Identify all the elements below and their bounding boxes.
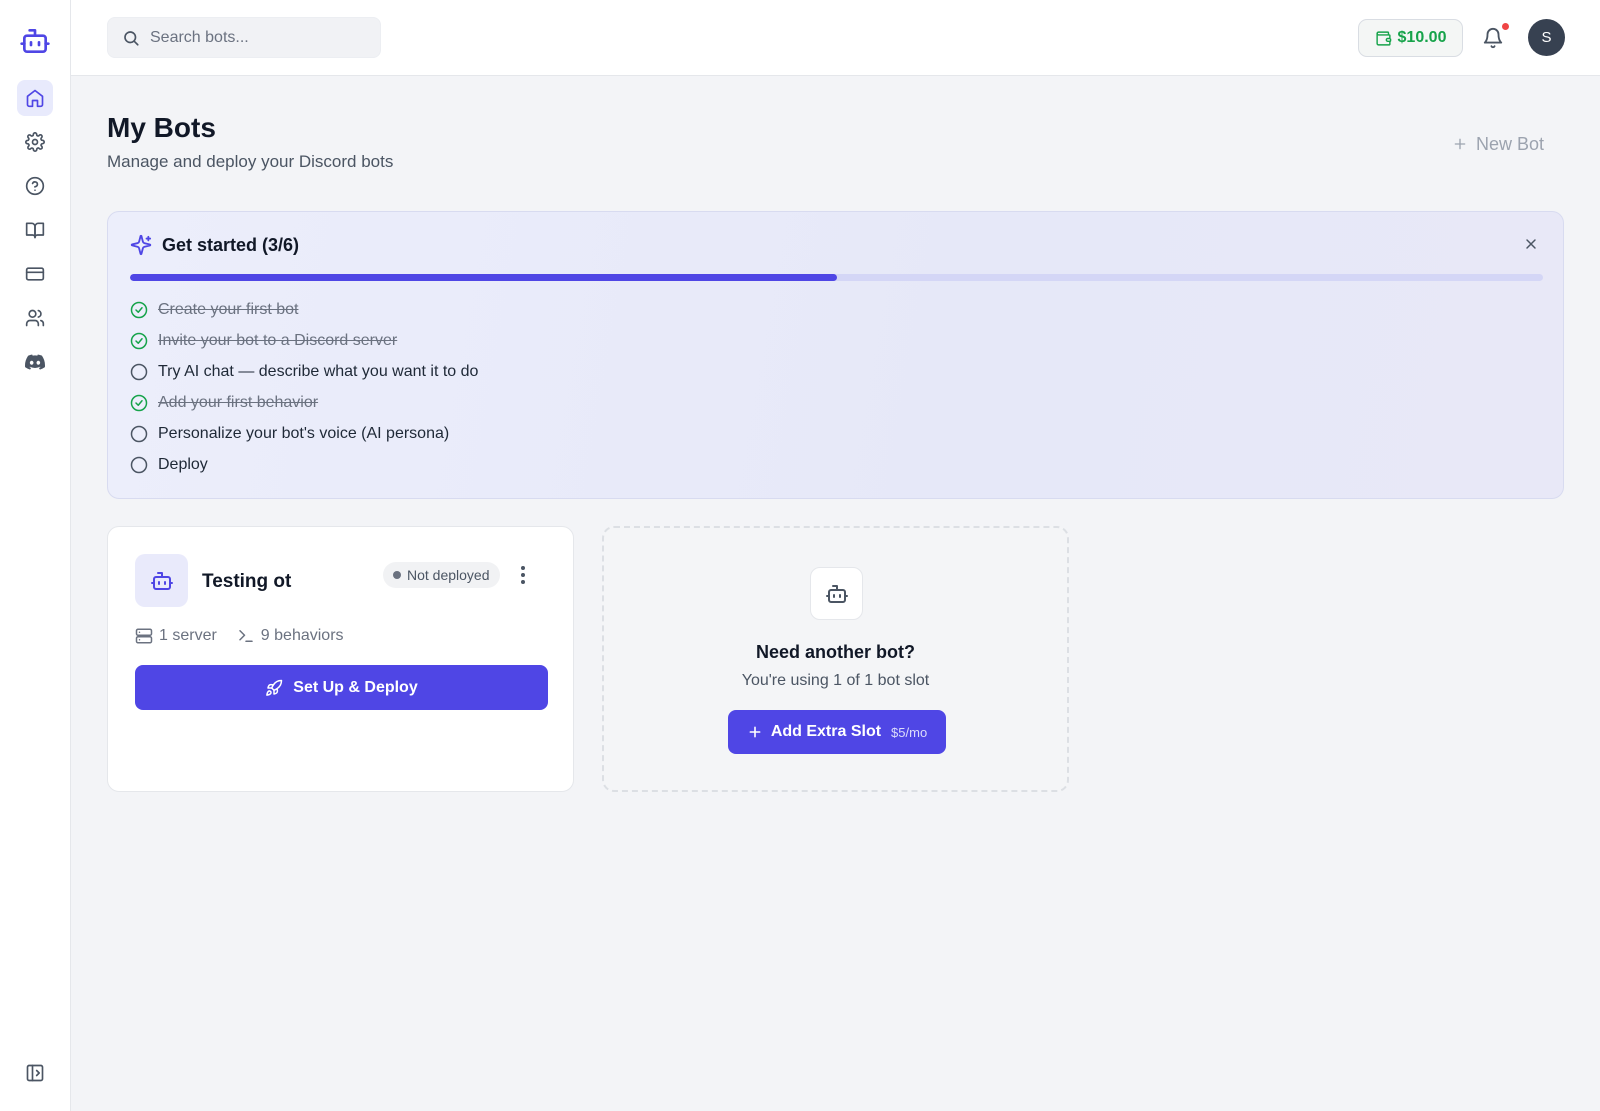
more-options-button[interactable] (511, 562, 535, 588)
sidebar-item-help[interactable] (17, 168, 53, 204)
plus-icon (1454, 138, 1466, 150)
check-circle-icon (130, 332, 148, 350)
more-vertical-icon (521, 566, 525, 584)
wallet-icon (1375, 30, 1391, 46)
bot-icon (825, 584, 848, 603)
onboarding-steps-list: Create your first bot Invite your bot to… (130, 294, 478, 480)
balance-amount: $10.00 (1397, 29, 1447, 46)
bell-icon (1483, 28, 1503, 49)
sidebar-item-team[interactable] (17, 300, 53, 336)
top-bar: $10.00 S (71, 0, 1600, 76)
server-count-label: 1 server (159, 627, 217, 644)
sidebar-toggle-button[interactable] (17, 1055, 53, 1091)
step-label: Deploy (158, 455, 208, 473)
onboarding-progress-bar (130, 274, 1543, 281)
get-started-title: Get started (3/6) (162, 234, 300, 255)
behavior-count: 9 behaviors (237, 627, 344, 645)
check-circle-icon (130, 301, 148, 319)
add-extra-slot-button[interactable]: Add Extra Slot $5/mo (728, 710, 946, 754)
sidebar-item-discord[interactable] (17, 344, 53, 380)
page-title: My Bots (107, 112, 216, 143)
bot-logo-icon[interactable] (18, 24, 52, 58)
close-button[interactable] (1521, 234, 1541, 254)
empty-circle-icon (130, 363, 148, 381)
plus-icon (749, 726, 761, 738)
check-circle-icon (130, 394, 148, 412)
slot-title: Need another bot? (755, 642, 915, 662)
book-icon (25, 222, 45, 239)
gear-icon (25, 132, 45, 152)
server-count: 1 server (135, 627, 217, 645)
discord-icon (25, 354, 45, 370)
search-box[interactable] (107, 17, 381, 58)
empty-circle-icon (130, 456, 148, 474)
step-label: Invite your bot to a Discord server (158, 331, 398, 349)
sidebar (0, 0, 71, 1111)
users-icon (25, 309, 45, 327)
set-up-deploy-button[interactable]: Set Up & Deploy (135, 665, 548, 710)
new-bot-button[interactable]: New Bot (1433, 125, 1563, 163)
onboarding-step[interactable]: Create your first bot (130, 294, 478, 325)
onboarding-progress-fill (130, 274, 837, 281)
rocket-icon (266, 679, 283, 696)
onboarding-step[interactable]: Add your first behavior (130, 387, 478, 418)
new-bot-label: New Bot (1475, 133, 1545, 154)
search-input[interactable] (150, 28, 370, 47)
onboarding-step[interactable]: Personalize your bot's voice (AI persona… (130, 418, 478, 449)
onboarding-step[interactable]: Deploy (130, 449, 478, 480)
step-label: Personalize your bot's voice (AI persona… (158, 424, 450, 442)
sparkles-icon (130, 234, 152, 256)
slot-usage-text: You're using 1 of 1 bot slot (741, 672, 930, 689)
server-icon (135, 628, 153, 644)
slot-price: $5/mo (891, 724, 928, 740)
step-label: Add your first behavior (158, 393, 319, 411)
home-icon (26, 89, 44, 108)
status-badge: Not deployed (383, 562, 500, 588)
help-icon (25, 176, 45, 196)
bot-card[interactable]: Testing ot Not deployed 1 server 9 behav… (107, 526, 574, 792)
onboarding-step[interactable]: Invite your bot to a Discord server (130, 325, 478, 356)
add-extra-slot-label: Add Extra Slot (770, 723, 882, 740)
terminal-icon (239, 630, 253, 642)
close-icon (1526, 239, 1536, 249)
behavior-count-label: 9 behaviors (260, 627, 344, 644)
panel-expand-icon (26, 1064, 44, 1082)
wallet-balance-button[interactable]: $10.00 (1358, 19, 1463, 57)
empty-circle-icon (130, 425, 148, 443)
get-started-header: Get started (3/6) (130, 234, 299, 256)
slot-bot-avatar (810, 567, 863, 620)
bot-avatar (135, 554, 188, 607)
search-icon (124, 30, 139, 46)
deploy-label: Set Up & Deploy (293, 678, 418, 696)
get-started-card: Get started (3/6) Create your first bot … (107, 211, 1564, 499)
bot-meta: 1 server 9 behaviors (135, 627, 344, 645)
notification-badge (1501, 22, 1510, 31)
step-label: Create your first bot (158, 300, 299, 318)
bot-icon (150, 571, 173, 590)
bot-name: Testing ot (202, 571, 292, 592)
add-slot-card: Need another bot? You're using 1 of 1 bo… (602, 526, 1069, 792)
avatar[interactable]: S (1528, 19, 1565, 56)
status-dot (393, 571, 401, 579)
sidebar-item-settings[interactable] (17, 124, 53, 160)
sidebar-item-home[interactable] (17, 80, 53, 116)
page-subtitle: Manage and deploy your Discord bots (107, 152, 394, 171)
step-label: Try AI chat — describe what you want it … (158, 362, 479, 380)
credit-card-icon (25, 267, 45, 281)
sidebar-item-docs[interactable] (17, 212, 53, 248)
onboarding-step[interactable]: Try AI chat — describe what you want it … (130, 356, 478, 387)
sidebar-item-billing[interactable] (17, 256, 53, 292)
status-label: Not deployed (407, 567, 490, 583)
